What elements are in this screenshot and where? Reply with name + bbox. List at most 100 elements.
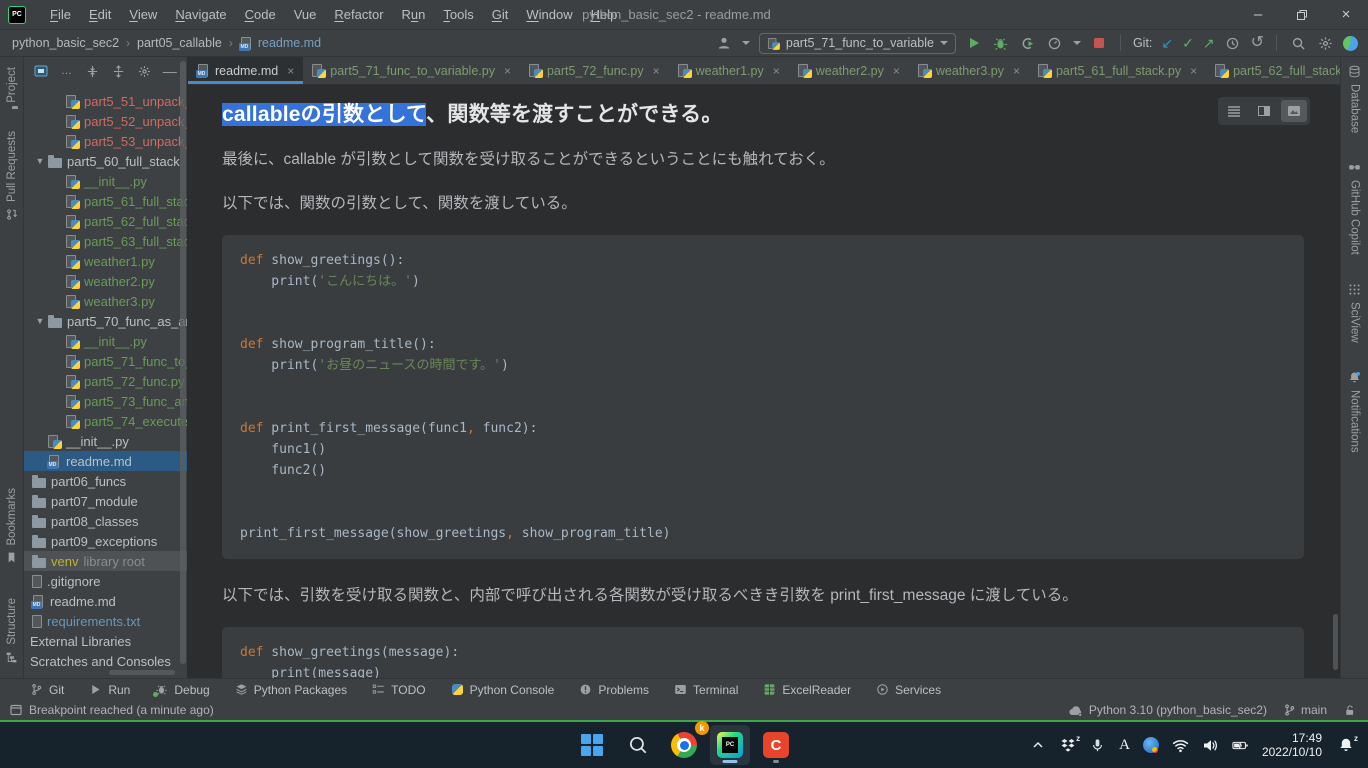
tree-item[interactable]: venvlibrary root: [24, 551, 187, 571]
toolwindow-debug[interactable]: Debug: [155, 683, 209, 697]
tab-close-icon[interactable]: ×: [773, 64, 780, 78]
menu-window[interactable]: Window: [518, 4, 580, 25]
tree-item[interactable]: .gitignore: [24, 571, 187, 591]
tab-close-icon[interactable]: ×: [504, 64, 511, 78]
rollback-icon[interactable]: ↺: [1251, 35, 1264, 51]
toolwindow-excelreader[interactable]: ExcelReader: [763, 683, 851, 697]
tool-strip-database[interactable]: Database: [1348, 65, 1361, 133]
tree-item[interactable]: weather3.py: [24, 291, 187, 311]
tree-item[interactable]: __init__.py: [24, 331, 187, 351]
tool-strip-bookmarks[interactable]: Bookmarks: [5, 488, 18, 565]
show-preview-only-icon[interactable]: [1281, 100, 1307, 122]
select-opened-file-icon[interactable]: [34, 64, 49, 79]
tree-item[interactable]: part07_module: [24, 491, 187, 511]
toolwindow-run[interactable]: Run: [89, 683, 130, 697]
tree-expand-chevron[interactable]: ▼: [35, 156, 45, 166]
menu-code[interactable]: Code: [237, 4, 284, 25]
tab-close-icon[interactable]: ×: [1190, 64, 1197, 78]
toolwindow-todo[interactable]: TODO: [372, 683, 425, 697]
tree-item[interactable]: part5_72_func.py: [24, 371, 187, 391]
tab-close-icon[interactable]: ×: [653, 64, 660, 78]
run-with-coverage-button[interactable]: [1019, 34, 1037, 52]
event-log-icon[interactable]: [10, 704, 22, 716]
tree-item[interactable]: MDreadme.md: [24, 591, 187, 611]
menu-navigate[interactable]: Navigate: [167, 4, 234, 25]
editor-tab[interactable]: part5_71_func_to_variable.py×: [303, 57, 520, 84]
tree-item[interactable]: ▼part5_60_full_stack: [24, 151, 187, 171]
panel-settings-gear-icon[interactable]: [137, 64, 152, 79]
microphone-icon[interactable]: [1089, 737, 1106, 754]
show-editor-only-icon[interactable]: [1221, 100, 1247, 122]
breadcrumb-item[interactable]: MDreadme.md: [240, 36, 321, 50]
tree-item[interactable]: part5_53_unpack_an: [24, 131, 187, 151]
minimize-button[interactable]: –: [1236, 0, 1280, 30]
settings-gear-icon[interactable]: [1316, 34, 1334, 52]
editor-tab[interactable]: part5_62_full_stack_un: [1206, 57, 1340, 84]
breadcrumb-item[interactable]: part05_callable: [137, 36, 222, 50]
profiler-button[interactable]: [1046, 34, 1064, 52]
expand-all-icon[interactable]: [85, 64, 100, 79]
tree-item[interactable]: part5_63_full_stack_: [24, 231, 187, 251]
editor-tab[interactable]: weather2.py×: [789, 57, 909, 84]
editor-tab[interactable]: weather3.py×: [909, 57, 1029, 84]
battery-charging-icon[interactable]: [1232, 737, 1249, 754]
tree-item[interactable]: part5_51_unpack_an: [24, 91, 187, 111]
tree-item[interactable]: __init__.py: [24, 431, 187, 451]
tool-strip-github-copilot[interactable]: GitHub Copilot: [1348, 161, 1361, 255]
tool-strip-pull-requests[interactable]: Pull Requests: [5, 131, 18, 221]
project-tree-horizontal-scrollbar[interactable]: [109, 670, 175, 675]
menu-tools[interactable]: Tools: [435, 4, 481, 25]
git-update-icon[interactable]: ↙: [1161, 36, 1173, 50]
code-with-me-icon[interactable]: [1343, 36, 1358, 51]
tree-item[interactable]: __init__.py: [24, 171, 187, 191]
ime-mode-indicator[interactable]: A: [1119, 737, 1130, 754]
user-account-icon[interactable]: [715, 34, 733, 52]
lock-icon[interactable]: [1343, 703, 1356, 717]
tree-item[interactable]: part5_74_execute_fu: [24, 411, 187, 431]
tree-item[interactable]: External Libraries: [24, 631, 187, 651]
tree-item[interactable]: part06_funcs: [24, 471, 187, 491]
menu-file[interactable]: File: [42, 4, 79, 25]
tree-item[interactable]: requirements.txt: [24, 611, 187, 631]
editor-tab[interactable]: weather1.py×: [669, 57, 789, 84]
wifi-icon[interactable]: [1172, 737, 1189, 754]
profiler-dropdown-caret[interactable]: [1073, 41, 1081, 45]
tab-close-icon[interactable]: ×: [1013, 64, 1020, 78]
debug-button[interactable]: [992, 34, 1010, 52]
close-button[interactable]: ×: [1324, 0, 1368, 30]
tool-strip-structure[interactable]: Structure: [5, 598, 18, 664]
tree-item[interactable]: part5_61_full_stack.p: [24, 191, 187, 211]
menu-vue[interactable]: Vue: [286, 4, 325, 25]
menu-refactor[interactable]: Refactor: [326, 4, 391, 25]
chrome-taskbar-button[interactable]: k: [664, 725, 704, 765]
project-tree-vertical-scrollbar[interactable]: [180, 61, 186, 664]
tree-item[interactable]: part5_71_func_to_va: [24, 351, 187, 371]
tool-strip-project[interactable]: Project: [6, 67, 18, 109]
tree-item[interactable]: MDreadme.md: [24, 451, 187, 471]
toolwindow-python-console[interactable]: Python Console: [451, 683, 555, 697]
editor-tab[interactable]: part5_61_full_stack.py×: [1029, 57, 1206, 84]
toolwindow-git[interactable]: Git: [30, 683, 64, 697]
tray-overflow-chevron-icon[interactable]: [1029, 737, 1046, 754]
taskbar-search-button[interactable]: [618, 725, 658, 765]
tree-item[interactable]: part5_73_func_and_: [24, 391, 187, 411]
tree-expand-chevron[interactable]: ▼: [35, 316, 45, 326]
pycharm-taskbar-button[interactable]: PC: [710, 725, 750, 765]
tool-strip-sciview[interactable]: SciView: [1348, 283, 1361, 343]
stop-button[interactable]: [1090, 34, 1108, 52]
toolwindow-terminal[interactable]: Terminal: [674, 683, 738, 697]
toolwindow-python-packages[interactable]: Python Packages: [235, 683, 347, 697]
run-button[interactable]: [965, 34, 983, 52]
editor-vertical-scrollbar[interactable]: [1333, 614, 1338, 670]
show-editor-and-preview-icon[interactable]: [1251, 100, 1277, 122]
editor-tab[interactable]: part5_72_func.py×: [520, 57, 669, 84]
tree-item[interactable]: part5_52_unpack_an: [24, 111, 187, 131]
user-dropdown-caret[interactable]: [742, 41, 750, 45]
tree-item[interactable]: Scratches and Consoles: [24, 651, 187, 671]
interpreter-widget[interactable]: Python 3.10 (python_basic_sec2): [1068, 703, 1267, 717]
git-commit-icon[interactable]: ✓: [1182, 36, 1194, 50]
tree-item[interactable]: part08_classes: [24, 511, 187, 531]
menu-view[interactable]: View: [121, 4, 165, 25]
more-options-icon[interactable]: …: [60, 64, 75, 79]
menu-git[interactable]: Git: [484, 4, 517, 25]
